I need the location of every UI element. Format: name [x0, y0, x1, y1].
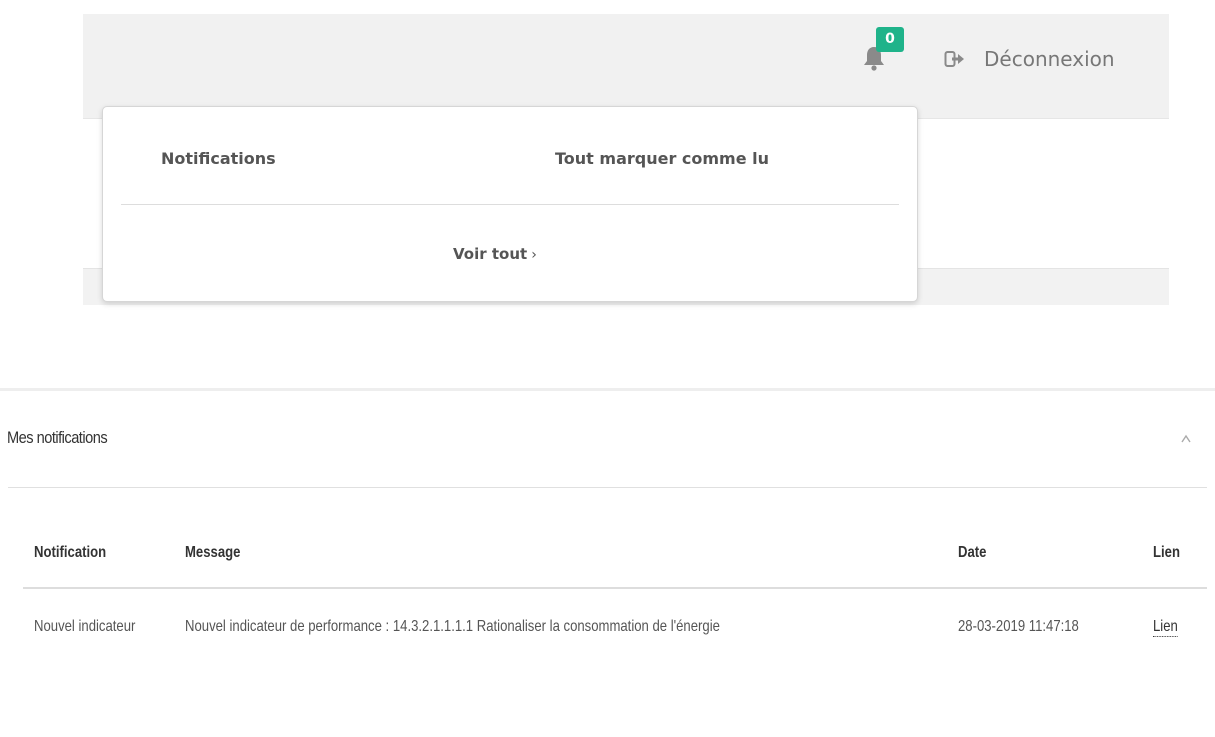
notifications-dropdown: Notifications Tout marquer comme lu Voir…: [102, 106, 918, 302]
dropdown-divider: [121, 204, 899, 205]
dropdown-title: Notifications: [161, 149, 276, 168]
cell-notification: Nouvel indicateur: [34, 618, 136, 635]
cell-date: 28-03-2019 11:47:18: [958, 618, 1079, 635]
chevron-up-icon[interactable]: [1179, 432, 1193, 446]
panel-divider: [8, 487, 1207, 488]
table-header-divider: [23, 587, 1207, 589]
notification-count-badge[interactable]: 0: [876, 27, 904, 52]
panel-border: [0, 388, 1215, 391]
chevron-right-icon: ›: [531, 247, 537, 263]
column-header-date: Date: [958, 544, 987, 561]
cell-message: Nouvel indicateur de performance : 14.3.…: [185, 618, 720, 635]
column-header-link: Lien: [1153, 544, 1180, 561]
view-all-label: Voir tout: [453, 245, 528, 263]
logout-label: Déconnexion: [984, 47, 1115, 71]
logout-icon: [944, 51, 964, 67]
panel-title: Mes notifications: [7, 428, 108, 447]
mark-all-read-link[interactable]: Tout marquer comme lu: [555, 149, 769, 168]
cell-link[interactable]: Lien: [1153, 618, 1178, 637]
column-header-notification: Notification: [34, 544, 107, 561]
view-all-link[interactable]: Voir tout ›: [453, 245, 537, 263]
logout-button[interactable]: Déconnexion: [944, 44, 1115, 74]
column-header-message: Message: [185, 544, 241, 561]
